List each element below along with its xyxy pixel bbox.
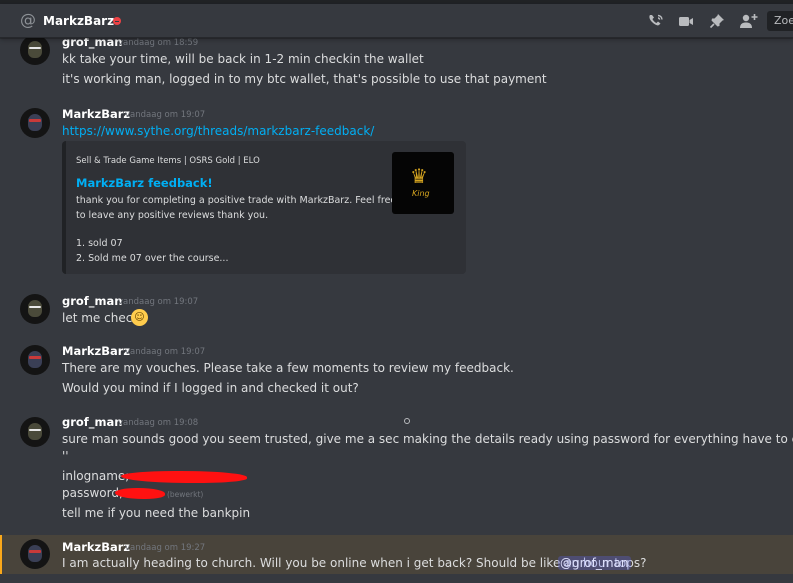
embed-description-line: thank you for completing a positive trad…	[76, 195, 397, 206]
avatar[interactable]	[20, 417, 50, 447]
cursor-dot-icon	[404, 418, 410, 424]
avatar[interactable]	[20, 108, 50, 138]
username[interactable]: MarkzBarz	[62, 107, 130, 121]
video-icon[interactable]	[677, 13, 695, 29]
message-text: let me check	[62, 311, 140, 325]
username[interactable]: grof_man	[62, 38, 123, 49]
phone-call-icon[interactable]	[647, 13, 665, 29]
channel-header: @ MarkzBarz Zoe	[0, 4, 793, 38]
redaction-mark	[121, 471, 247, 483]
user-mention[interactable]: @grof_man	[558, 556, 631, 570]
avatar[interactable]	[20, 345, 50, 375]
crown-icon: ♛	[410, 164, 428, 188]
timestamp: vandaag om 19:08	[118, 418, 199, 428]
message-text: kk take your time, will be back in 1-2 m…	[62, 52, 424, 66]
message-text: tell me if you need the bankpin	[62, 506, 251, 520]
username[interactable]: grof_man	[62, 415, 123, 429]
embed-title[interactable]: MarkzBarz feedback!	[76, 176, 213, 190]
embed-thumbnail[interactable]: ♛ King	[392, 152, 454, 214]
username[interactable]: grof_man	[62, 294, 123, 308]
message-text: it's working man, logged in to my btc wa…	[62, 72, 547, 86]
message-text: Would you mind if I logged in and checke…	[62, 381, 359, 395]
message-text: There are my vouches. Please take a few …	[62, 361, 514, 375]
at-sign-icon: @	[20, 10, 36, 29]
link-embed: Sell & Trade Game Items | OSRS Gold | EL…	[62, 141, 466, 274]
avatar[interactable]	[20, 294, 50, 324]
avatar[interactable]	[20, 38, 50, 65]
message-text: password;	[62, 486, 124, 500]
message-text: ''	[62, 449, 69, 463]
timestamp: vandaag om 19:27	[125, 543, 206, 553]
channel-title[interactable]: MarkzBarz	[43, 14, 114, 28]
list-bottom-edge	[0, 574, 793, 583]
username[interactable]: MarkzBarz	[62, 344, 130, 358]
message-list: grof_man vandaag om 18:59 kk take your t…	[0, 38, 793, 583]
timestamp: vandaag om 18:59	[118, 38, 199, 48]
edited-label: (bewerkt)	[167, 490, 204, 499]
username[interactable]: MarkzBarz	[62, 540, 130, 554]
embed-description-line: to leave any positive reviews thank you.	[76, 210, 269, 221]
pin-icon[interactable]	[708, 13, 726, 29]
embed-provider: Sell & Trade Game Items | OSRS Gold | EL…	[76, 156, 260, 166]
search-input[interactable]: Zoe	[767, 11, 793, 31]
timestamp: vandaag om 19:07	[125, 110, 206, 120]
dnd-status-icon	[113, 17, 121, 25]
message-text: sure man sounds good you seem trusted, g…	[62, 432, 793, 446]
message-link[interactable]: https://www.sythe.org/threads/markzbarz-…	[62, 124, 374, 138]
timestamp: vandaag om 19:07	[118, 297, 199, 307]
avatar[interactable]	[20, 539, 50, 569]
embed-description-line: 1. sold 07	[76, 238, 123, 249]
add-member-icon[interactable]	[739, 13, 758, 29]
slightly-smiling-face-icon: ☺	[131, 309, 148, 326]
timestamp: vandaag om 19:07	[125, 347, 206, 357]
embed-description-line: 2. Sold me 07 over the course...	[76, 253, 229, 264]
thumbnail-text: King	[412, 189, 430, 198]
message-text: inlogname;	[62, 469, 130, 483]
